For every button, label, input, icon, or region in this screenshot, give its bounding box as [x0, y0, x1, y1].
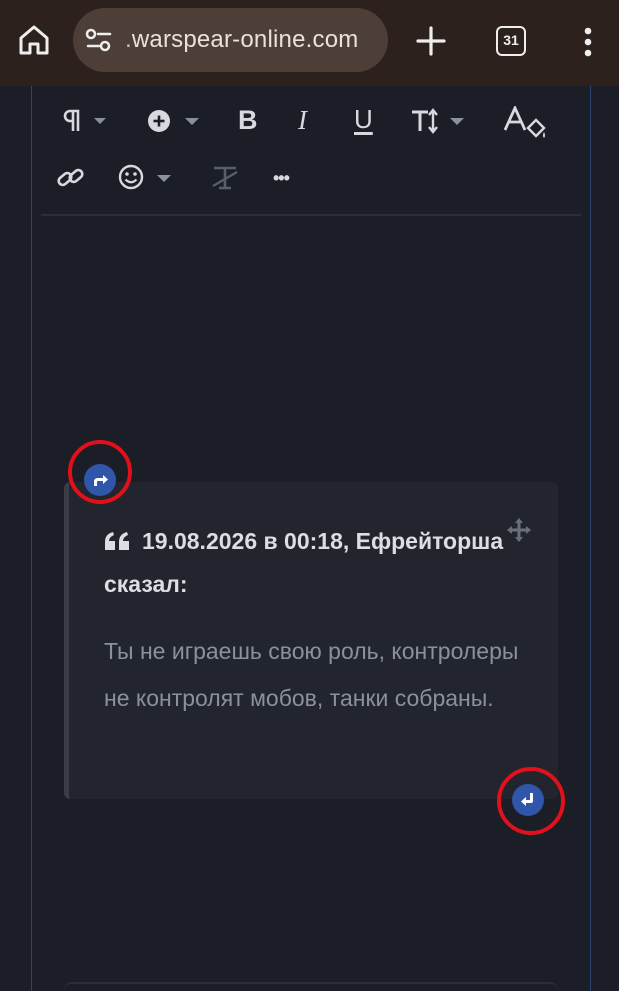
home-icon[interactable]	[14, 20, 54, 60]
insert-button[interactable]	[146, 108, 204, 134]
quote-body-text: Ты не играешь свою роль, контролеры не к…	[104, 638, 519, 711]
text-color-button[interactable]	[502, 106, 550, 142]
site-settings-icon[interactable]	[85, 28, 113, 52]
underline-button[interactable]: U	[354, 104, 373, 135]
bold-button[interactable]: B	[238, 105, 258, 136]
address-bar[interactable]: .warspear-online.com	[73, 8, 388, 72]
enter-arrow-icon	[521, 793, 533, 806]
new-tab-icon[interactable]	[412, 22, 450, 60]
insert-paragraph-before-button[interactable]	[84, 464, 116, 496]
italic-button[interactable]: I	[298, 105, 307, 136]
toolbar-divider	[41, 214, 581, 216]
text-size-button[interactable]	[410, 108, 468, 134]
clear-format-icon[interactable]	[210, 164, 240, 192]
url-text[interactable]: .warspear-online.com	[125, 26, 358, 54]
insert-paragraph-after-button[interactable]	[512, 784, 544, 816]
browser-toolbar: .warspear-online.com 31	[0, 0, 619, 86]
redo-arrow-icon	[94, 475, 108, 486]
link-icon[interactable]	[56, 164, 86, 192]
paragraph-format-button[interactable]	[58, 108, 112, 134]
quote-header-text: 19.08.2026 в 00:18, Ефрейторша сказал:	[104, 528, 504, 597]
next-block-edge	[64, 982, 558, 991]
quote-icon	[105, 532, 129, 550]
move-icon[interactable]	[505, 516, 533, 544]
tab-switcher-button[interactable]: 31	[496, 26, 526, 56]
emoji-button[interactable]	[118, 164, 176, 192]
more-vert-icon[interactable]	[576, 22, 600, 62]
quote-header: 19.08.2026 в 00:18, Ефрейторша сказал:	[104, 520, 544, 606]
more-options-button[interactable]: •••	[273, 164, 290, 192]
